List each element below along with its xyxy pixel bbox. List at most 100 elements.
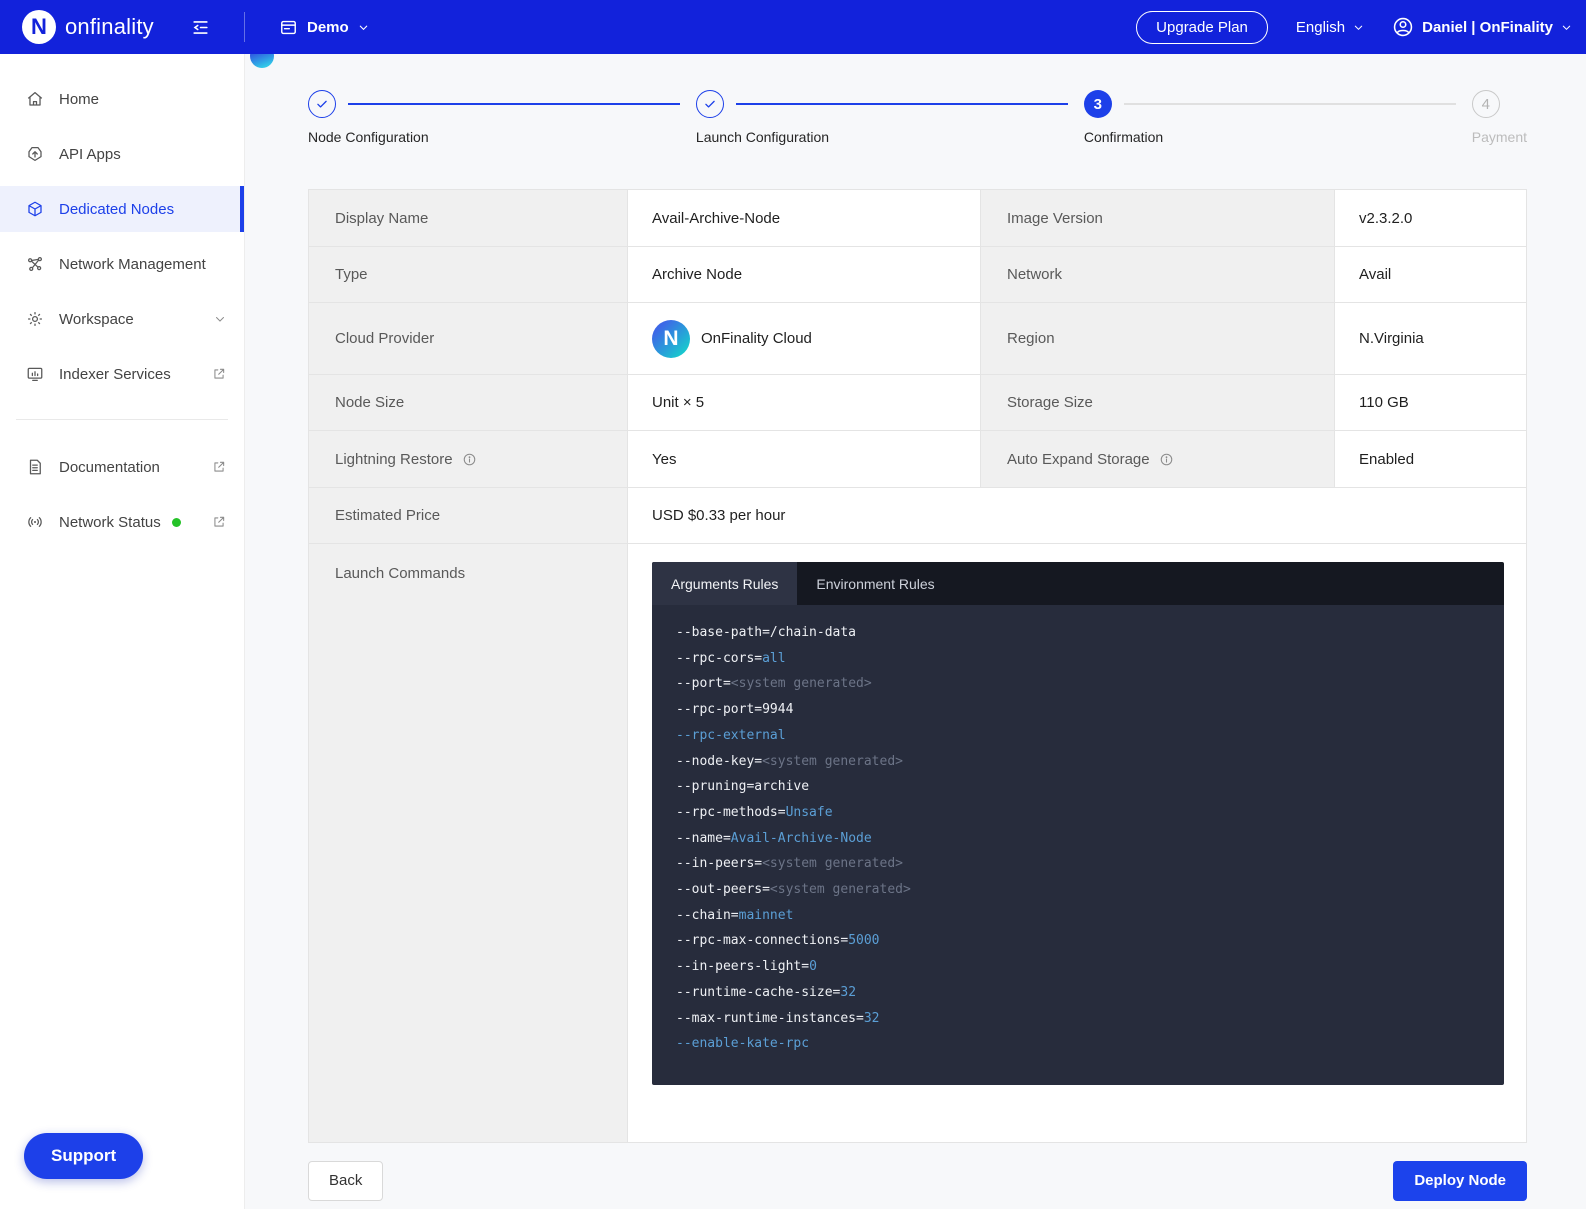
step-connector — [736, 103, 1068, 105]
row-value: Enabled — [1335, 431, 1526, 487]
row-label: Cloud Provider — [309, 303, 628, 374]
row-value: 110 GB — [1335, 375, 1526, 430]
step-payment[interactable]: 4 Payment — [1472, 90, 1527, 145]
row-value: v2.3.2.0 — [1335, 190, 1526, 246]
user-name: Daniel | OnFinality — [1422, 19, 1553, 36]
sidebar-item-network-status[interactable]: Network Status — [0, 499, 244, 545]
launch-commands-panel: Arguments Rules Environment Rules --base… — [652, 562, 1504, 1085]
code-line: --in-peers-light=0 — [676, 954, 1480, 980]
row-label: Auto Expand Storage — [981, 431, 1335, 487]
onfinality-cloud-logo: N — [652, 320, 690, 358]
navbar-divider — [244, 12, 245, 42]
upgrade-plan-button[interactable]: Upgrade Plan — [1136, 11, 1268, 44]
deploy-node-button[interactable]: Deploy Node — [1393, 1161, 1527, 1201]
table-row: Cloud Provider N OnFinality Cloud Region… — [309, 303, 1526, 375]
external-link-icon — [212, 367, 226, 381]
step-check-icon — [696, 90, 724, 118]
step-connector — [1124, 103, 1456, 105]
tab-arguments-rules[interactable]: Arguments Rules — [652, 562, 797, 605]
sidebar-item-workspace[interactable]: Workspace — [0, 296, 244, 342]
row-value: Unit × 5 — [628, 375, 981, 430]
step-number: 3 — [1084, 90, 1112, 118]
row-value: N.Virginia — [1335, 303, 1526, 374]
row-label: Network — [981, 247, 1335, 302]
code-line: --max-runtime-instances=32 — [676, 1006, 1480, 1032]
navbar-left: N onfinality — [0, 10, 244, 44]
gear-icon — [26, 310, 44, 328]
row-label: Launch Commands — [309, 544, 628, 1142]
wizard-footer: Back Deploy Node — [308, 1161, 1527, 1201]
document-icon — [26, 458, 44, 476]
step-connector — [348, 103, 680, 105]
step-launch-configuration[interactable]: Launch Configuration — [696, 90, 1084, 145]
sidebar-item-documentation[interactable]: Documentation — [0, 444, 244, 490]
row-label: Region — [981, 303, 1335, 374]
code-tab-bar: Arguments Rules Environment Rules — [652, 562, 1504, 605]
sidebar-divider — [16, 419, 228, 420]
table-row: Display Name Avail-Archive-Node Image Ve… — [309, 190, 1526, 247]
step-node-configuration[interactable]: Node Configuration — [308, 90, 696, 145]
navbar-right: Upgrade Plan English Daniel | OnFinality — [1136, 11, 1586, 44]
status-online-dot — [172, 518, 181, 527]
row-label: Display Name — [309, 190, 628, 246]
code-line: --out-peers=<system generated> — [676, 877, 1480, 903]
chevron-down-icon — [358, 22, 369, 33]
workspace-name: Demo — [307, 19, 349, 36]
node-summary-table: Display Name Avail-Archive-Node Image Ve… — [308, 189, 1527, 1143]
tab-environment-rules[interactable]: Environment Rules — [797, 562, 953, 605]
code-line: --in-peers=<system generated> — [676, 851, 1480, 877]
user-menu[interactable]: Daniel | OnFinality — [1392, 16, 1572, 38]
sidebar-collapse-icon[interactable] — [191, 18, 210, 37]
row-label: Type — [309, 247, 628, 302]
row-value: Avail — [1335, 247, 1526, 302]
code-line: --node-key=<system generated> — [676, 749, 1480, 775]
chevron-down-icon — [214, 313, 226, 325]
table-row: Lightning Restore Yes Auto Expand Storag… — [309, 431, 1526, 488]
code-line: --pruning=archive — [676, 774, 1480, 800]
back-button[interactable]: Back — [308, 1161, 383, 1201]
table-row: Node Size Unit × 5 Storage Size 110 GB — [309, 375, 1526, 431]
api-apps-icon — [26, 145, 44, 163]
info-icon[interactable] — [1159, 452, 1174, 467]
language-selector[interactable]: English — [1296, 19, 1364, 36]
row-label: Estimated Price — [309, 488, 628, 543]
onfinality-logo[interactable]: N onfinality — [22, 10, 154, 44]
code-line: --chain=mainnet — [676, 903, 1480, 929]
sidebar: Home API Apps Dedicated Nodes Network Ma… — [0, 54, 245, 1209]
row-value: USD $0.33 per hour — [628, 488, 1526, 543]
sidebar-item-home[interactable]: Home — [0, 76, 244, 122]
external-link-icon — [212, 460, 226, 474]
avatar-icon — [1392, 16, 1414, 38]
workspace-selector[interactable]: Demo — [279, 18, 369, 37]
sidebar-item-network-management[interactable]: Network Management — [0, 241, 244, 287]
code-line: --port=<system generated> — [676, 671, 1480, 697]
row-label: Storage Size — [981, 375, 1335, 430]
code-line: --runtime-cache-size=32 — [676, 980, 1480, 1006]
code-line: --rpc-external — [676, 723, 1480, 749]
row-value: Yes — [628, 431, 981, 487]
row-value: Avail-Archive-Node — [628, 190, 981, 246]
row-value: Arguments Rules Environment Rules --base… — [628, 544, 1528, 1142]
deploy-stepper: Node Configuration Launch Configuration … — [308, 90, 1527, 145]
code-lines: --base-path=/chain-data--rpc-cors=all--p… — [652, 605, 1504, 1085]
step-confirmation[interactable]: 3 Confirmation — [1084, 90, 1472, 145]
chevron-down-icon — [1353, 22, 1364, 33]
main-content: Node Configuration Launch Configuration … — [245, 54, 1586, 1209]
sidebar-item-indexer-services[interactable]: Indexer Services — [0, 351, 244, 397]
info-icon[interactable] — [462, 452, 477, 467]
step-check-icon — [308, 90, 336, 118]
top-navbar: N onfinality Demo Upgrade Plan English D… — [0, 0, 1586, 54]
sidebar-item-api-apps[interactable]: API Apps — [0, 131, 244, 177]
indexer-services-icon — [26, 365, 44, 383]
sidebar-item-dedicated-nodes[interactable]: Dedicated Nodes — [0, 186, 244, 232]
row-label: Node Size — [309, 375, 628, 430]
code-line: --rpc-cors=all — [676, 646, 1480, 672]
code-line: --rpc-max-connections=5000 — [676, 928, 1480, 954]
row-value: N OnFinality Cloud — [628, 303, 981, 374]
code-line: --base-path=/chain-data — [676, 620, 1480, 646]
table-row-launch-commands: Launch Commands Arguments Rules Environm… — [309, 544, 1526, 1142]
support-button[interactable]: Support — [24, 1133, 143, 1179]
broadcast-icon — [26, 513, 44, 531]
onfinality-logo-icon: N — [22, 10, 56, 44]
table-row: Type Archive Node Network Avail — [309, 247, 1526, 303]
